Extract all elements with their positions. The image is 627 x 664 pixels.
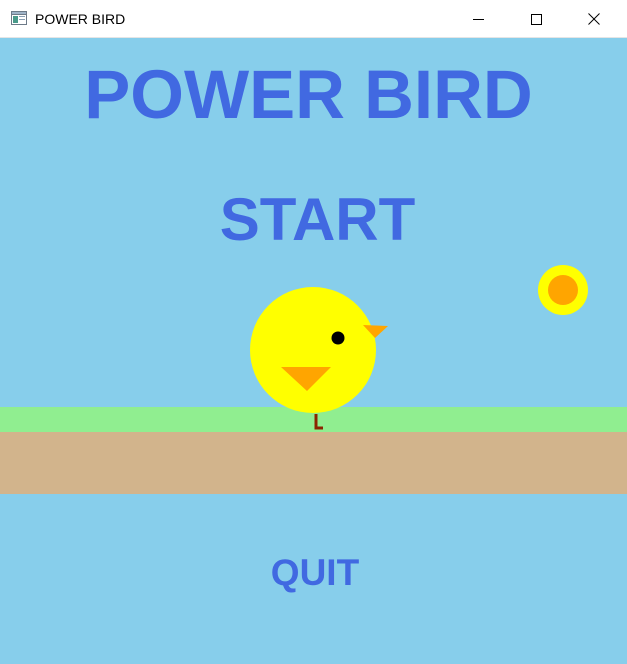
sun-coin bbox=[538, 265, 588, 315]
game-title: POWER BIRD bbox=[84, 56, 533, 133]
close-icon bbox=[588, 13, 600, 25]
game-canvas[interactable]: POWER BIRD START QUIT bbox=[0, 38, 627, 664]
maximize-button[interactable] bbox=[513, 0, 559, 38]
app-window-icon bbox=[11, 11, 27, 25]
close-button[interactable] bbox=[571, 0, 617, 38]
maximize-icon bbox=[530, 13, 542, 25]
start-button[interactable]: START bbox=[200, 184, 435, 256]
sun-core bbox=[548, 275, 578, 305]
quit-button[interactable]: QUIT bbox=[230, 550, 400, 596]
bird-body bbox=[250, 287, 376, 413]
minimize-icon bbox=[472, 18, 484, 20]
bird-character bbox=[250, 287, 388, 430]
minimize-button[interactable] bbox=[455, 0, 501, 38]
bird-leg bbox=[314, 414, 323, 430]
bird-eye bbox=[331, 331, 345, 345]
ground-dirt bbox=[0, 432, 627, 494]
window-title: POWER BIRD bbox=[35, 11, 126, 27]
title-bar: POWER BIRD bbox=[0, 0, 627, 38]
